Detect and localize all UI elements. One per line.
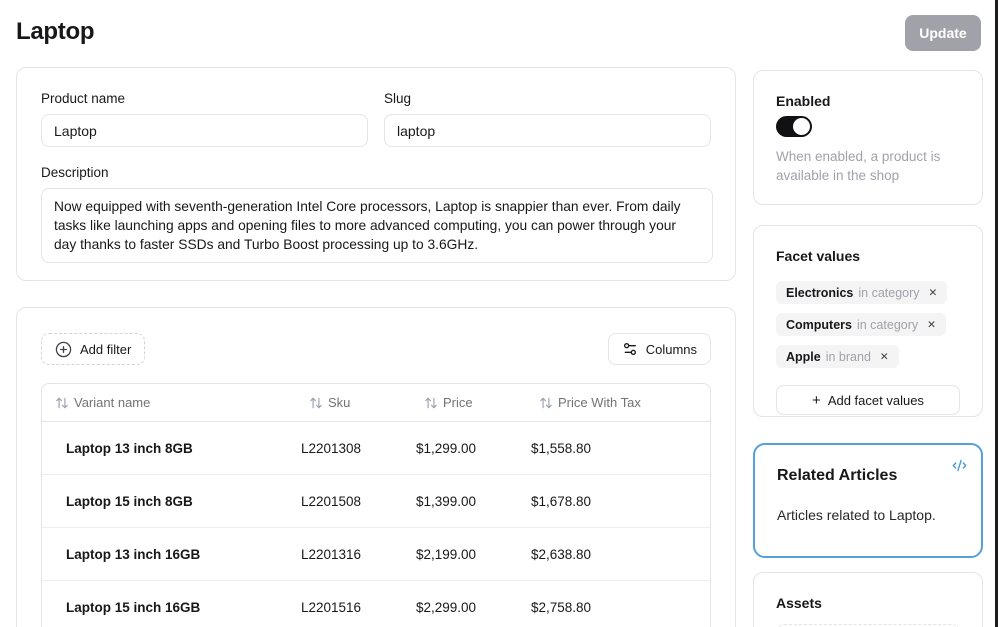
product-detail-page: Laptop Update Product name Slug Descript… — [0, 0, 1000, 627]
arrow-up-down-icon — [539, 396, 553, 410]
table-row[interactable]: Laptop 15 inch 8GB L2201508 $1,399.00 $1… — [42, 475, 710, 528]
product-name-input[interactable] — [41, 114, 368, 147]
column-label: Variant name — [74, 395, 150, 410]
product-name-field: Product name — [41, 91, 368, 147]
enabled-title: Enabled — [776, 93, 960, 109]
page-title: Laptop — [16, 18, 94, 46]
cell-price: $1,399.00 — [416, 494, 531, 509]
facet-chip: Electronics in category ✕ — [776, 281, 947, 304]
facet-chip-name: Electronics — [786, 286, 853, 300]
table-header-row: Variant name Sku Price Price With Tax — [42, 384, 710, 422]
cell-variant-name: Laptop 13 inch 16GB — [42, 547, 301, 562]
slug-field: Slug — [384, 91, 711, 147]
column-header-sku[interactable]: Sku — [301, 395, 416, 410]
related-articles-card[interactable]: Related Articles Articles related to Lap… — [753, 443, 983, 558]
arrow-up-down-icon — [309, 396, 323, 410]
add-filter-label: Add filter — [80, 342, 131, 357]
product-name-label: Product name — [41, 91, 368, 106]
facet-values-card: Facet values Electronics in category ✕ C… — [753, 225, 983, 417]
toggle-knob — [793, 118, 810, 135]
update-button[interactable]: Update — [905, 15, 981, 51]
cell-sku: L2201516 — [301, 600, 416, 615]
description-input[interactable]: Now equipped with seventh-generation Int… — [41, 188, 713, 263]
cell-variant-name: Laptop 13 inch 8GB — [42, 441, 301, 456]
cell-price-with-tax: $1,678.80 — [531, 494, 710, 509]
cell-price-with-tax: $2,758.80 — [531, 600, 710, 615]
arrow-up-down-icon — [424, 396, 438, 410]
enabled-help-text: When enabled, a product is available in … — [776, 147, 960, 185]
cell-sku: L2201508 — [301, 494, 416, 509]
scrollbar[interactable] — [995, 0, 998, 627]
variants-card: Add filter Columns Variant name Sku — [16, 307, 736, 627]
code-icon[interactable] — [952, 458, 967, 473]
related-articles-title: Related Articles — [777, 467, 959, 485]
x-icon[interactable]: ✕ — [927, 319, 936, 331]
facet-chip: Apple in brand ✕ — [776, 345, 899, 368]
column-label: Sku — [328, 395, 350, 410]
cell-price: $2,299.00 — [416, 600, 531, 615]
add-facet-values-label: Add facet values — [828, 393, 924, 408]
enabled-card: Enabled When enabled, a product is avail… — [753, 70, 983, 205]
facet-chip-qualifier: in category — [857, 318, 918, 332]
cell-sku: L2201316 — [301, 547, 416, 562]
column-header-price[interactable]: Price — [416, 395, 531, 410]
assets-card: Assets — [753, 572, 983, 627]
table-row[interactable]: Laptop 15 inch 16GB L2201516 $2,299.00 $… — [42, 581, 710, 627]
cell-price: $2,199.00 — [416, 547, 531, 562]
cell-price-with-tax: $1,558.80 — [531, 441, 710, 456]
add-facet-values-button[interactable]: + Add facet values — [776, 385, 960, 415]
columns-button[interactable]: Columns — [608, 333, 711, 365]
table-row[interactable]: Laptop 13 inch 8GB L2201308 $1,299.00 $1… — [42, 422, 710, 475]
slug-label: Slug — [384, 91, 711, 106]
x-icon[interactable]: ✕ — [929, 287, 938, 299]
product-form-card: Product name Slug Description Now equipp… — [16, 67, 736, 281]
columns-label: Columns — [646, 342, 697, 357]
facet-chip-qualifier: in category — [858, 286, 919, 300]
cell-sku: L2201308 — [301, 441, 416, 456]
related-articles-body: Articles related to Laptop. — [777, 507, 959, 523]
facet-values-title: Facet values — [776, 248, 960, 264]
cell-price-with-tax: $2,638.80 — [531, 547, 710, 562]
table-row[interactable]: Laptop 13 inch 16GB L2201316 $2,199.00 $… — [42, 528, 710, 581]
facet-chip-name: Apple — [786, 350, 821, 364]
sliders-icon — [622, 341, 638, 357]
column-label: Price With Tax — [558, 395, 641, 410]
facet-chip-name: Computers — [786, 318, 852, 332]
facet-chip: Computers in category ✕ — [776, 313, 946, 336]
cell-variant-name: Laptop 15 inch 8GB — [42, 494, 301, 509]
column-header-price-with-tax[interactable]: Price With Tax — [531, 395, 710, 410]
cell-price: $1,299.00 — [416, 441, 531, 456]
description-label: Description — [41, 165, 711, 180]
variants-table: Variant name Sku Price Price With Tax La… — [41, 383, 711, 627]
arrow-up-down-icon — [55, 396, 69, 410]
cell-variant-name: Laptop 15 inch 16GB — [42, 600, 301, 615]
add-filter-button[interactable]: Add filter — [41, 333, 145, 365]
column-header-variant-name[interactable]: Variant name — [42, 395, 301, 410]
circle-plus-icon — [55, 341, 72, 358]
x-icon[interactable]: ✕ — [880, 351, 889, 363]
facet-chip-qualifier: in brand — [826, 350, 871, 364]
column-label: Price — [443, 395, 473, 410]
plus-icon: + — [812, 393, 821, 408]
slug-input[interactable] — [384, 114, 711, 147]
assets-title: Assets — [776, 595, 960, 611]
enabled-toggle[interactable] — [776, 116, 812, 137]
